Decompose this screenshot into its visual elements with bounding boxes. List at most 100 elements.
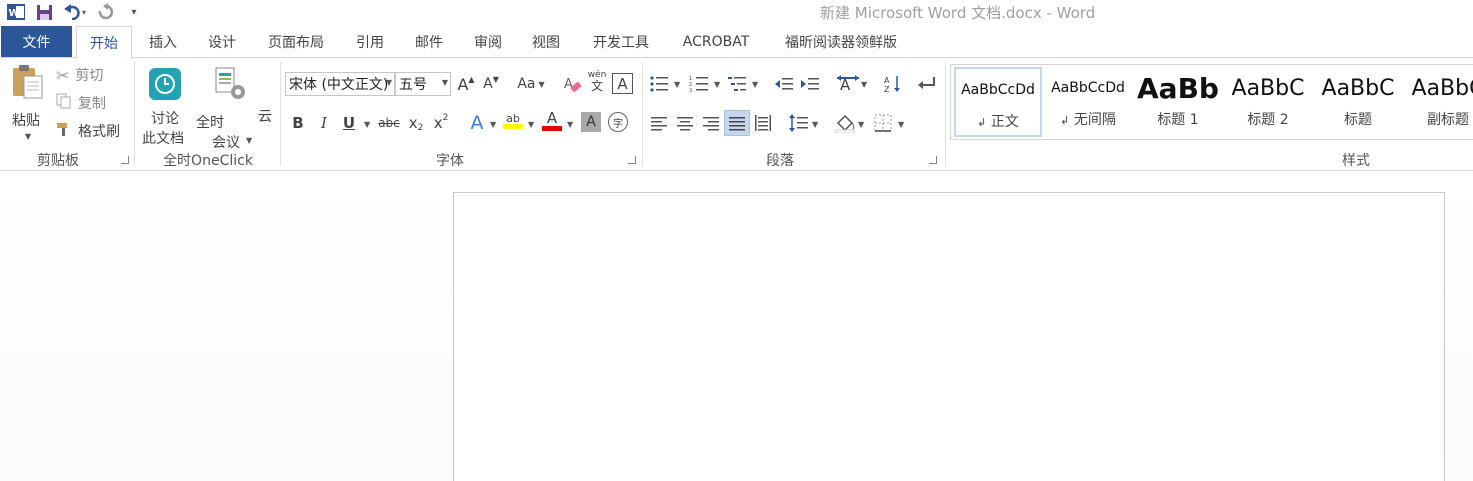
tab-design[interactable]: 设计 — [196, 26, 248, 58]
style-item-normal[interactable]: AaBbCcDd ↲ 正文 — [954, 67, 1042, 137]
chinese-layout-dropdown-caret[interactable]: ▼ — [861, 80, 867, 89]
tab-file[interactable]: 文件 — [1, 26, 72, 57]
redo-icon[interactable] — [96, 2, 116, 22]
word-app-icon[interactable]: W — [6, 2, 26, 22]
meeting-dropdown-caret[interactable]: ▼ — [246, 136, 252, 145]
character-shading-icon[interactable]: A — [581, 112, 601, 132]
style-item-title[interactable]: AaBbC 标题 — [1314, 67, 1402, 137]
tab-acrobat[interactable]: ACROBAT — [670, 26, 762, 58]
align-center-icon[interactable] — [674, 112, 696, 134]
font-size-combo[interactable]: 五号 ▼ — [395, 72, 451, 96]
phonetic-guide-icon[interactable]: wén 文 — [586, 70, 608, 92]
tab-references[interactable]: 引用 — [344, 26, 396, 58]
customize-icon[interactable]: ▾ — [124, 2, 144, 22]
bullets-icon[interactable] — [648, 73, 670, 95]
discuss-label-line2: 此文档 — [142, 131, 184, 147]
style-item-no-spacing[interactable]: AaBbCcDd ↲ 无间隔 — [1044, 67, 1132, 137]
format-painter-button[interactable]: 格式刷 — [56, 120, 136, 142]
styles-group-label: 样式 — [1342, 153, 1370, 169]
underline-dropdown-caret[interactable]: ▼ — [364, 120, 370, 129]
shading-icon[interactable] — [834, 112, 856, 134]
align-left-icon[interactable] — [648, 112, 670, 134]
line-spacing-icon[interactable] — [788, 112, 810, 134]
tab-page-layout[interactable]: 页面布局 — [256, 26, 336, 58]
paragraph-launcher-icon[interactable] — [929, 156, 937, 164]
cloud-label[interactable]: 云 — [258, 106, 272, 126]
cut-button[interactable]: ✂ 剪切 — [56, 64, 132, 86]
distributed-icon[interactable] — [752, 112, 774, 134]
font-size-value: 五号 — [399, 77, 427, 93]
numbering-icon[interactable]: 123 — [688, 73, 710, 95]
character-border-icon[interactable]: A — [612, 73, 633, 94]
multilevel-dropdown-caret[interactable]: ▼ — [752, 80, 758, 89]
font-color-dropdown-caret[interactable]: ▼ — [567, 120, 573, 129]
copy-button[interactable]: 复制 — [56, 92, 132, 114]
text-effects-icon[interactable]: A — [466, 112, 488, 134]
font-color-icon[interactable]: A — [541, 110, 563, 132]
discuss-document-button[interactable]: 讨论 此文档 — [140, 64, 190, 147]
paste-dropdown-caret[interactable]: ▼ — [25, 132, 31, 141]
clear-formatting-icon[interactable]: A — [562, 73, 584, 95]
tab-insert[interactable]: 插入 — [137, 26, 189, 58]
clock-icon — [149, 68, 181, 100]
clipboard-launcher-icon[interactable] — [121, 156, 129, 164]
character-shading-glyph: A — [586, 114, 596, 130]
tab-mailings[interactable]: 邮件 — [403, 26, 455, 58]
font-launcher-icon[interactable] — [628, 156, 636, 164]
font-name-dropdown-caret[interactable]: ▼ — [386, 78, 392, 87]
format-painter-icon — [56, 121, 72, 141]
subscript-icon[interactable]: x2 — [405, 112, 427, 134]
italic-icon[interactable]: I — [313, 112, 335, 134]
tab-view[interactable]: 视图 — [520, 26, 572, 58]
meeting-button[interactable]: 全时 会议 ▼ — [194, 64, 256, 151]
save-icon[interactable] — [34, 2, 54, 22]
decrease-indent-icon[interactable] — [773, 73, 795, 95]
style-item-heading1[interactable]: AaBb 标题 1 — [1134, 67, 1222, 137]
tab-developer[interactable]: 开发工具 — [580, 26, 662, 58]
enclose-characters-icon[interactable]: 字 — [608, 112, 628, 132]
paragraph-group-label: 段落 — [766, 153, 794, 169]
paste-button[interactable]: 粘贴 ▼ — [8, 62, 48, 146]
line-spacing-dropdown-caret[interactable]: ▼ — [812, 120, 818, 129]
shading-dropdown-caret[interactable]: ▼ — [858, 120, 864, 129]
style-item-subtitle[interactable]: AaBbC 副标题 — [1404, 67, 1473, 137]
chinese-layout-icon[interactable]: A — [834, 73, 862, 95]
tab-review[interactable]: 审阅 — [462, 26, 514, 58]
style-name: 副标题 — [1427, 112, 1469, 128]
superscript-base: x — [433, 114, 443, 132]
bullets-dropdown-caret[interactable]: ▼ — [674, 80, 680, 89]
bold-icon[interactable]: B — [287, 112, 309, 134]
document-canvas[interactable] — [0, 171, 1473, 481]
borders-icon[interactable] — [872, 112, 894, 134]
underline-icon[interactable]: U — [338, 112, 360, 134]
numbering-dropdown-caret[interactable]: ▼ — [714, 80, 720, 89]
tab-home[interactable]: 开始 — [76, 26, 132, 59]
tab-foxit[interactable]: 福昕阅读器领鲜版 — [770, 26, 912, 58]
customize-caret: ▾ — [131, 6, 137, 18]
multilevel-list-icon[interactable] — [726, 73, 748, 95]
change-case-icon[interactable]: Aa ▼ — [514, 73, 548, 95]
discuss-label-line1: 讨论 — [151, 111, 179, 127]
paragraph-mark-icon: ↲ — [1060, 114, 1070, 127]
style-item-heading2[interactable]: AaBbC 标题 2 — [1224, 67, 1312, 137]
font-group-label: 字体 — [436, 153, 464, 169]
strikethrough-icon[interactable]: abc — [374, 112, 404, 134]
highlight-icon[interactable]: ab — [502, 110, 524, 132]
increase-indent-icon[interactable] — [799, 73, 821, 95]
shrink-font-icon[interactable]: A ▼ — [480, 73, 502, 95]
font-name-combo[interactable]: 宋体 (中文正文) ▼ — [285, 72, 395, 96]
document-page[interactable] — [453, 192, 1445, 481]
undo-dropdown-caret[interactable]: ▾ — [82, 8, 86, 17]
borders-dropdown-caret[interactable]: ▼ — [898, 120, 904, 129]
undo-icon[interactable]: ▾ — [62, 2, 88, 22]
justify-icon[interactable] — [724, 110, 750, 136]
show-marks-icon[interactable] — [916, 73, 938, 95]
align-right-icon[interactable] — [700, 112, 722, 134]
grow-font-icon[interactable]: A ▲ — [455, 73, 477, 95]
superscript-icon[interactable]: x2 — [430, 112, 452, 134]
text-effects-dropdown-caret[interactable]: ▼ — [490, 120, 496, 129]
font-size-dropdown-caret[interactable]: ▼ — [442, 78, 448, 87]
sort-icon[interactable]: AZ — [882, 73, 904, 95]
meeting-label-line1: 全时 — [196, 115, 224, 131]
highlight-dropdown-caret[interactable]: ▼ — [528, 120, 534, 129]
